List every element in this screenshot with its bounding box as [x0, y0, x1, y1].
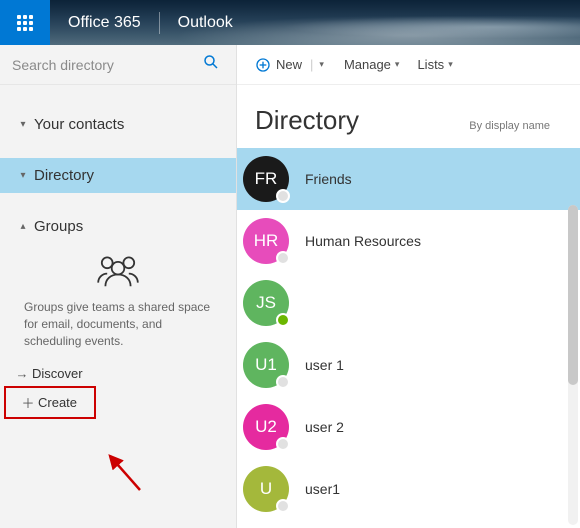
chevron-up-icon: ▴ [12, 221, 34, 232]
chevron-down-icon: ▾ [12, 119, 34, 130]
pane-heading: Directory By display name [237, 85, 580, 148]
link-label: Discover [32, 366, 83, 381]
chevron-down-icon: ▾ [319, 59, 324, 70]
sidebar: ▾ Your contacts ▾ Directory ▴ Groups Gro… [0, 45, 237, 528]
cmd-label: Lists [417, 57, 444, 72]
avatar: HR [243, 218, 289, 264]
nav-label: Directory [34, 167, 94, 184]
app-launcher[interactable] [0, 0, 50, 45]
lists-button[interactable]: Lists ▾ [417, 57, 452, 72]
nav-label: Groups [34, 218, 83, 235]
presence-indicator [276, 375, 290, 389]
plus-icon: ＋ [18, 393, 38, 412]
manage-button[interactable]: Manage ▾ [344, 57, 400, 72]
contact-name: user1 [305, 481, 340, 497]
avatar: U1 [243, 342, 289, 388]
avatar: FR [243, 156, 289, 202]
presence-indicator [276, 313, 290, 327]
groups-description: Groups give teams a shared space for ema… [0, 295, 236, 361]
main-pane: New | ▾ Manage ▾ Lists ▾ Directory By di… [237, 45, 580, 528]
new-button[interactable]: New [255, 57, 302, 73]
cmd-label: Manage [344, 57, 391, 72]
presence-indicator [276, 499, 290, 513]
contact-row[interactable]: Uuser1 [237, 458, 580, 520]
plus-circle-icon [255, 57, 271, 73]
title-bar: Office 365 Outlook [0, 0, 580, 45]
contact-row[interactable]: HR Human Resources [237, 210, 580, 272]
contact-name: Human Resources [305, 233, 421, 249]
groups-create-link[interactable]: ＋ Create [4, 386, 96, 419]
waffle-icon [17, 15, 33, 31]
avatar: JS [243, 280, 289, 326]
chevron-down-icon: ▾ [448, 59, 453, 70]
contact-name: user 2 [305, 419, 344, 435]
nav-label: Your contacts [34, 116, 124, 133]
contact-row[interactable]: JS [237, 272, 580, 334]
search-input[interactable] [12, 57, 198, 73]
groups-discover-link[interactable]: → Discover [0, 361, 236, 386]
suite-brand[interactable]: Office 365 [50, 14, 159, 32]
presence-indicator [276, 251, 290, 265]
contact-row[interactable]: U2 user 2 [237, 396, 580, 458]
app-name[interactable]: Outlook [160, 14, 251, 32]
contact-row[interactable]: FR Friends [237, 148, 580, 210]
contact-name: Friends [305, 171, 352, 187]
chevron-down-icon: ▾ [12, 170, 34, 181]
command-bar: New | ▾ Manage ▾ Lists ▾ [237, 45, 580, 85]
presence-indicator [276, 189, 290, 203]
cmd-label: New [276, 57, 302, 72]
nav-groups[interactable]: ▴ Groups [0, 209, 236, 244]
groups-illustration [0, 244, 236, 295]
avatar: U2 [243, 404, 289, 450]
sort-label[interactable]: By display name [469, 120, 550, 132]
avatar: U [243, 466, 289, 512]
contact-list: FR Friends HR Human Resources JS U1 user 1 U2 u… [237, 148, 580, 528]
new-split-caret[interactable]: ▾ [315, 59, 324, 70]
scrollbar-thumb[interactable] [568, 205, 578, 385]
scrollbar-track[interactable] [568, 205, 578, 525]
chevron-down-icon: ▾ [395, 59, 400, 70]
divider: | [310, 57, 313, 72]
page-title: Directory [255, 105, 359, 136]
contact-row[interactable]: U1 user 1 [237, 334, 580, 396]
search-icon[interactable] [198, 49, 224, 80]
presence-indicator [276, 437, 290, 451]
nav-directory[interactable]: ▾ Directory [0, 158, 236, 193]
nav: ▾ Your contacts ▾ Directory ▴ Groups Gro… [0, 85, 236, 419]
contact-name: user 1 [305, 357, 344, 373]
search-row [0, 45, 236, 85]
arrow-right-icon: → [12, 366, 32, 381]
nav-your-contacts[interactable]: ▾ Your contacts [0, 107, 236, 142]
link-label: Create [38, 395, 77, 410]
